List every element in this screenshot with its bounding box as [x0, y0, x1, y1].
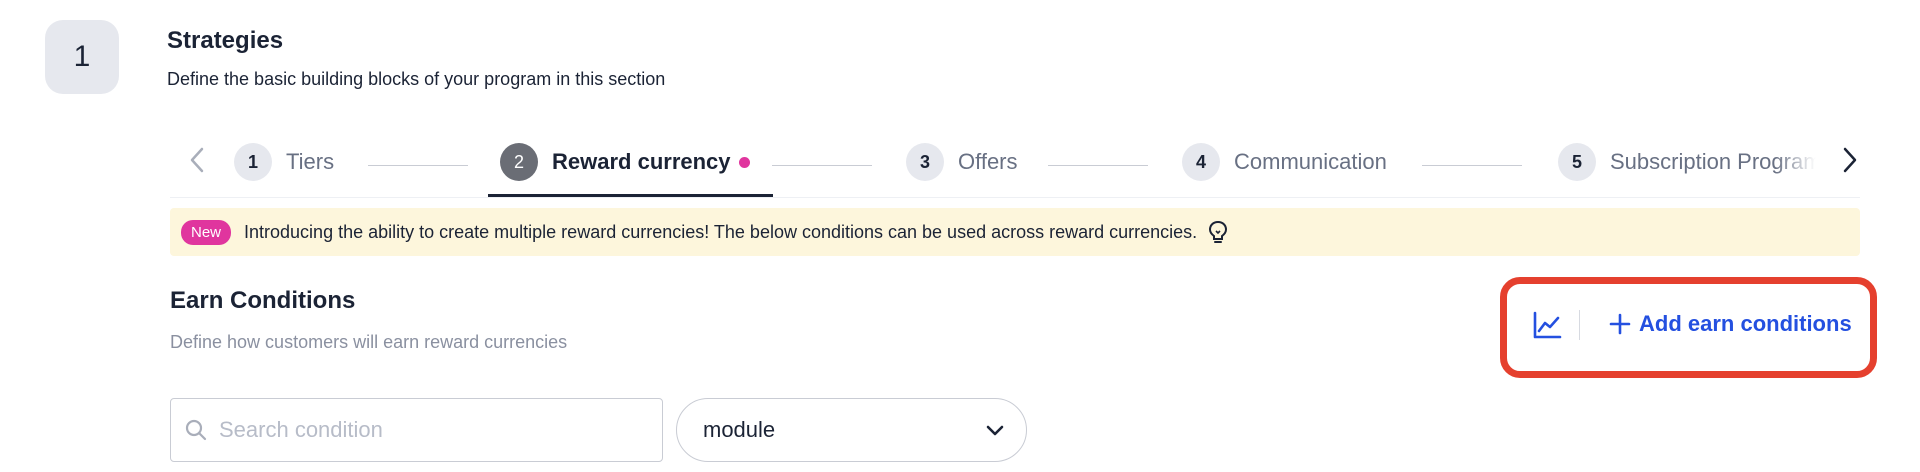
tab-reward-currency[interactable]: 2 Reward currency: [500, 143, 750, 181]
tab-tiers[interactable]: 1 Tiers: [234, 143, 334, 181]
tabs-scroll-right-button[interactable]: [1835, 142, 1865, 178]
add-earn-conditions-label: Add earn conditions: [1639, 311, 1852, 336]
earn-conditions-title: Earn Conditions: [170, 287, 356, 314]
lightbulb-icon[interactable]: [1208, 220, 1228, 244]
chevron-left-icon: [190, 147, 204, 173]
tab-number: 1: [234, 143, 272, 181]
tab-number: 3: [906, 143, 944, 181]
strategy-tabs: 1 Tiers 2 Reward currency 3 Offers 4 Com…: [170, 130, 1860, 198]
step-number-badge: 1: [45, 20, 119, 94]
announcement-banner: New Introducing the ability to create mu…: [170, 208, 1860, 256]
tabs-overflow-fade: [1775, 138, 1833, 188]
tabs-scroll-left-button[interactable]: [182, 142, 212, 178]
banner-text: Introducing the ability to create multip…: [244, 221, 1198, 242]
search-icon: [185, 419, 207, 441]
search-condition-field[interactable]: [170, 398, 663, 462]
line-chart-icon[interactable]: [1532, 310, 1562, 340]
add-earn-conditions-button[interactable]: Add earn conditions: [1609, 311, 1852, 337]
tab-connector: [368, 165, 468, 166]
tab-connector: [1048, 165, 1148, 166]
tab-label: Communication: [1234, 149, 1387, 174]
module-select-value: module: [703, 417, 776, 442]
unsaved-indicator-dot: [738, 156, 750, 168]
plus-icon: [1609, 313, 1631, 335]
tab-label: Offers: [958, 149, 1018, 174]
tab-connector: [772, 165, 872, 166]
tab-label: Tiers: [286, 149, 335, 174]
search-input[interactable]: [219, 417, 639, 443]
chevron-right-icon: [1843, 147, 1857, 173]
section-subtitle: Define the basic building blocks of your…: [167, 69, 666, 89]
tab-label: Reward currency: [552, 149, 731, 174]
chevron-down-icon: [986, 425, 1004, 436]
active-tab-underline: [488, 194, 773, 197]
tab-number: 2: [500, 143, 538, 181]
earn-conditions-subtitle: Define how customers will earn reward cu…: [170, 332, 568, 352]
tab-number: 5: [1558, 143, 1596, 181]
tab-offers[interactable]: 3 Offers: [906, 143, 1018, 181]
tab-communication[interactable]: 4 Communication: [1182, 143, 1387, 181]
module-select[interactable]: module: [676, 398, 1027, 462]
tab-number: 4: [1182, 143, 1220, 181]
section-title: Strategies: [167, 27, 284, 54]
new-badge: New: [181, 219, 232, 245]
action-divider: [1579, 310, 1580, 340]
tab-connector: [1422, 165, 1522, 166]
